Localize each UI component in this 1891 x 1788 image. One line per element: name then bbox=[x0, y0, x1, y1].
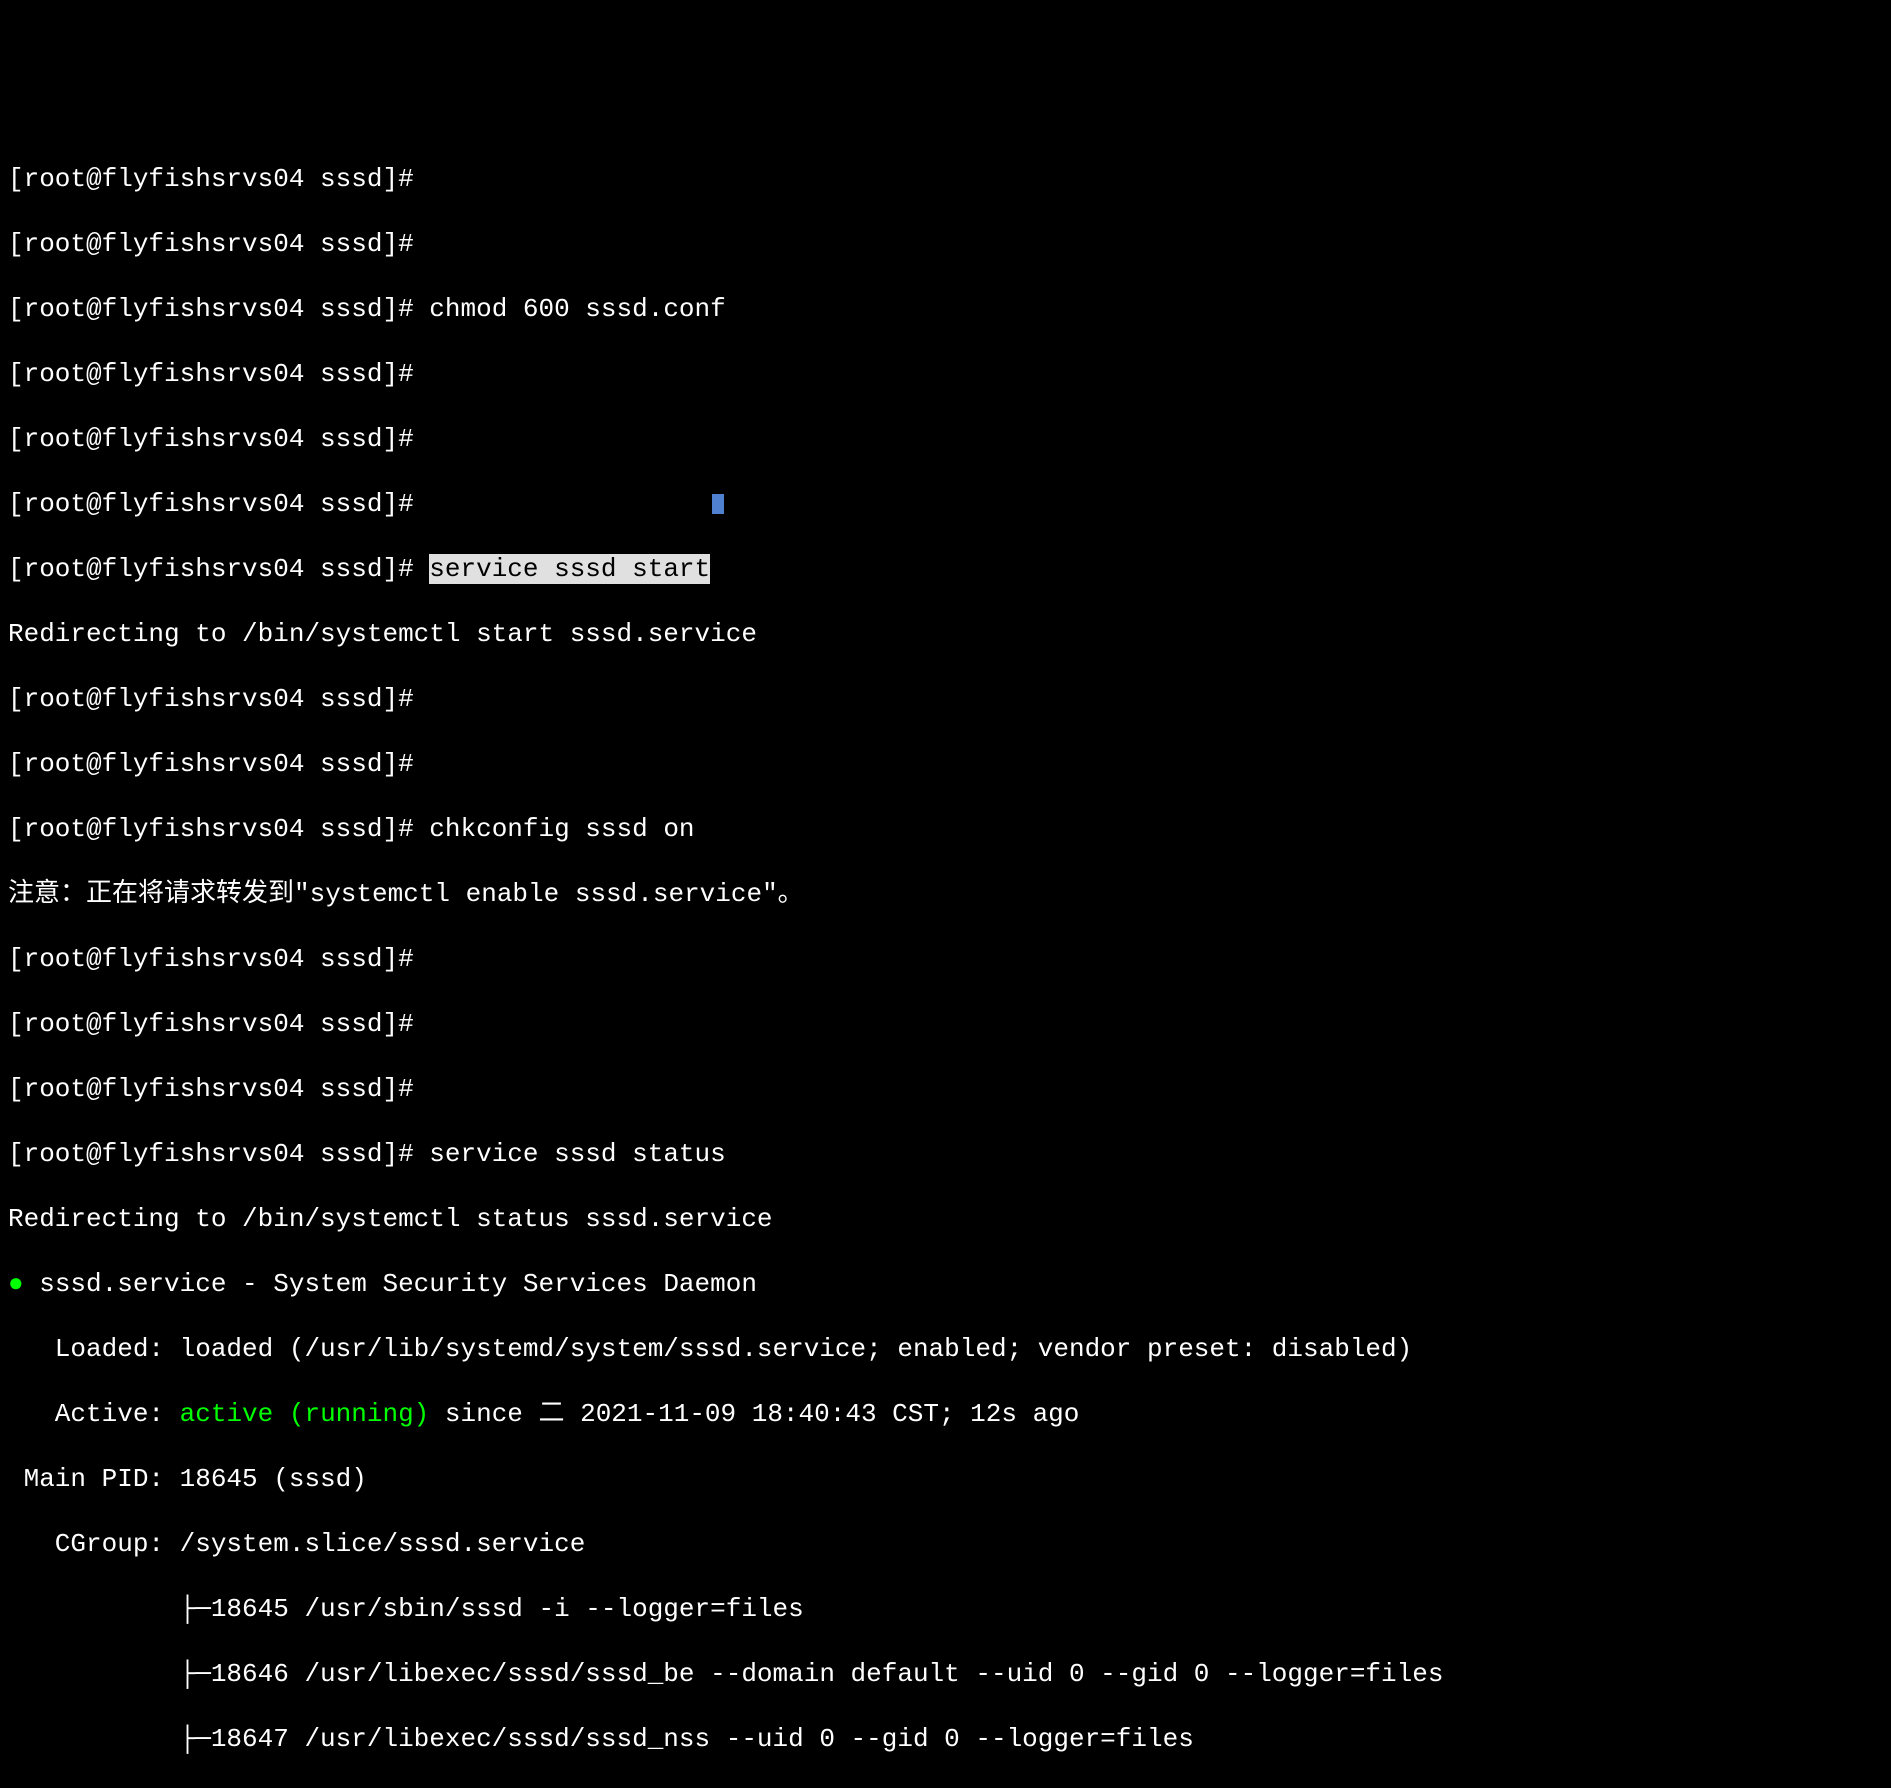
command-text: service sssd status bbox=[429, 1139, 725, 1169]
cgroup-process-line: ├─18647 /usr/libexec/sssd/sssd_nss --uid… bbox=[8, 1723, 1883, 1756]
active-since: since 二 2021-11-09 18:40:43 CST; 12s ago bbox=[429, 1399, 1079, 1429]
terminal-line: [root@flyfishsrvs04 sssd]# service sssd … bbox=[8, 1138, 1883, 1171]
terminal-line: [root@flyfishsrvs04 sssd]# bbox=[8, 358, 1883, 391]
terminal-output: Redirecting to /bin/systemctl start sssd… bbox=[8, 618, 1883, 651]
command-text: chkconfig sssd on bbox=[429, 814, 694, 844]
prompt: [root@flyfishsrvs04 sssd]# bbox=[8, 489, 414, 519]
terminal-output: 注意：正在将请求转发到"systemctl enable sssd.servic… bbox=[8, 878, 1883, 911]
service-name: sssd.service - System Security Services … bbox=[24, 1269, 757, 1299]
service-pid-line: Main PID: 18645 (sssd) bbox=[8, 1463, 1883, 1496]
terminal-line: [root@flyfishsrvs04 sssd]# bbox=[8, 163, 1883, 196]
prompt: [root@flyfishsrvs04 sssd]# bbox=[8, 1139, 429, 1169]
service-cgroup-line: CGroup: /system.slice/sssd.service bbox=[8, 1528, 1883, 1561]
highlighted-command: service sssd start bbox=[429, 554, 710, 584]
active-status: active (running) bbox=[180, 1399, 430, 1429]
terminal-line: [root@flyfishsrvs04 sssd]# bbox=[8, 943, 1883, 976]
terminal-line: [root@flyfishsrvs04 sssd]# bbox=[8, 423, 1883, 456]
service-active-line: Active: active (running) since 二 2021-11… bbox=[8, 1398, 1883, 1431]
cgroup-process-line: ├─18646 /usr/libexec/sssd/sssd_be --doma… bbox=[8, 1658, 1883, 1691]
cgroup-process-line: ├─18645 /usr/sbin/sssd -i --logger=files bbox=[8, 1593, 1883, 1626]
terminal-line: [root@flyfishsrvs04 sssd]# chmod 600 sss… bbox=[8, 293, 1883, 326]
command-text: chmod 600 sssd.conf bbox=[429, 294, 725, 324]
prompt: [root@flyfishsrvs04 sssd]# bbox=[8, 814, 429, 844]
text-cursor-icon bbox=[712, 494, 724, 514]
terminal-line: [root@flyfishsrvs04 sssd]# bbox=[8, 748, 1883, 781]
terminal-line: [root@flyfishsrvs04 sssd]# chkconfig sss… bbox=[8, 813, 1883, 846]
terminal-line: [root@flyfishsrvs04 sssd]# bbox=[8, 228, 1883, 261]
terminal-line: [root@flyfishsrvs04 sssd]# bbox=[8, 683, 1883, 716]
prompt: [root@flyfishsrvs04 sssd]# bbox=[8, 554, 429, 584]
service-status-header: ● sssd.service - System Security Service… bbox=[8, 1268, 1883, 1301]
terminal-line: [root@flyfishsrvs04 sssd]# bbox=[8, 488, 1883, 521]
terminal-line: [root@flyfishsrvs04 sssd]# service sssd … bbox=[8, 553, 1883, 586]
terminal-line: [root@flyfishsrvs04 sssd]# bbox=[8, 1008, 1883, 1041]
active-label: Active: bbox=[8, 1399, 180, 1429]
terminal-line: [root@flyfishsrvs04 sssd]# bbox=[8, 1073, 1883, 1106]
prompt: [root@flyfishsrvs04 sssd]# bbox=[8, 294, 429, 324]
status-bullet-icon: ● bbox=[8, 1269, 24, 1299]
terminal-window[interactable]: [root@flyfishsrvs04 sssd]# [root@flyfish… bbox=[0, 130, 1891, 1139]
terminal-output: Redirecting to /bin/systemctl status sss… bbox=[8, 1203, 1883, 1236]
service-loaded-line: Loaded: loaded (/usr/lib/systemd/system/… bbox=[8, 1333, 1883, 1366]
